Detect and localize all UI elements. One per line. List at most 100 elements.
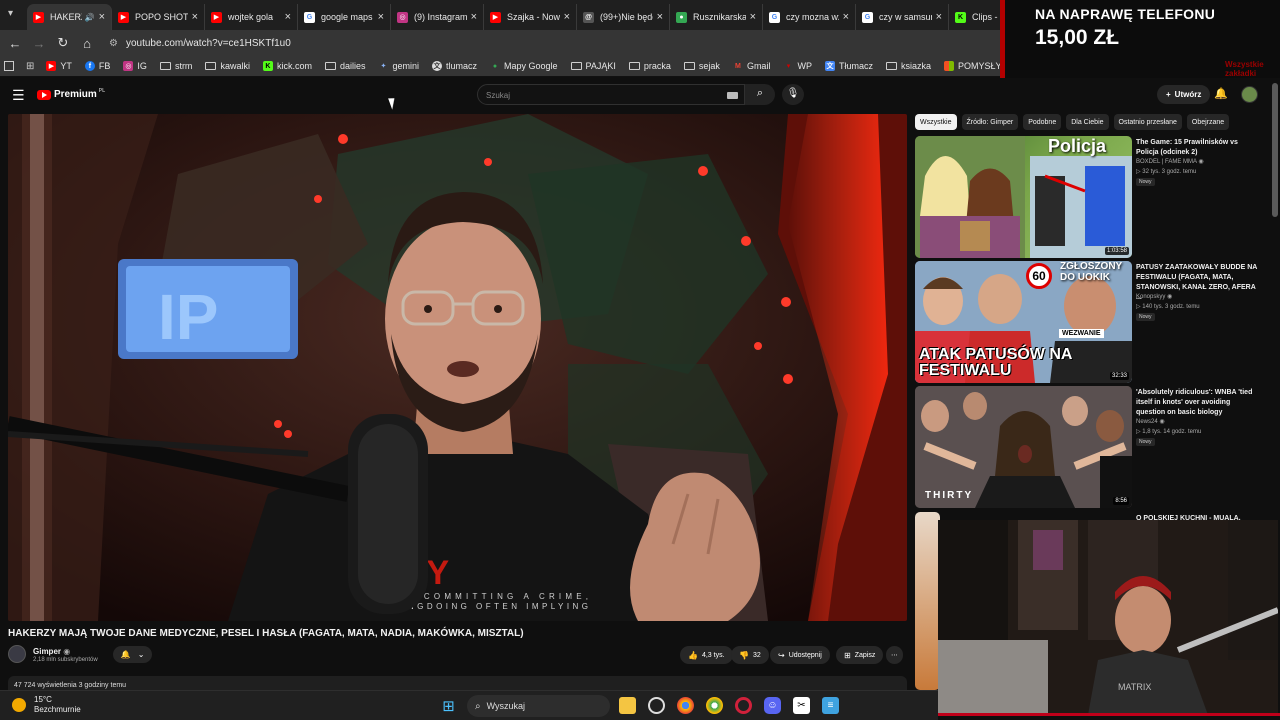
browser-tab[interactable]: Gczy mozna wziac ×: [763, 4, 856, 30]
ms-icon: [943, 61, 954, 71]
forward-icon[interactable]: →: [27, 36, 51, 51]
chip-similar[interactable]: Podobne: [1023, 114, 1062, 130]
search-input[interactable]: Szukaj: [477, 84, 745, 105]
overlay-secondary: Wszystkie zakładki: [1225, 60, 1264, 78]
close-icon[interactable]: ×: [192, 11, 198, 23]
bookmark-tlumacz[interactable]: 文 tlumacz: [432, 61, 477, 71]
bookmark-yt[interactable]: ▶ YT: [46, 61, 72, 71]
browser-tab[interactable]: Ggoogle maps ×: [298, 4, 391, 30]
rec-title[interactable]: The Game: 15 Prawilnisków vs Policja (od…: [1136, 138, 1261, 158]
folder-icon: [628, 62, 640, 70]
chrome-icon[interactable]: [677, 697, 694, 714]
bookmark-gmail[interactable]: M Gmail: [733, 61, 770, 71]
subscribed-button[interactable]: 🔔 ⌄: [113, 646, 152, 663]
discord-icon[interactable]: ☺: [764, 697, 781, 714]
back-icon[interactable]: ←: [3, 36, 27, 51]
recommendation-item[interactable]: ZGŁOSZONY DO UOKIK 60 WEZWANIE ATAK PATU…: [915, 261, 1270, 383]
capcut-icon[interactable]: ✂: [793, 697, 810, 714]
rec-title[interactable]: 'Absolutely ridiculous': WNBA 'tied itse…: [1136, 388, 1261, 418]
rec-channel[interactable]: News24 ◉: [1136, 418, 1165, 425]
file-explorer-icon[interactable]: [619, 697, 636, 714]
browser-tab[interactable]: ▶ POPO SHOT ×: [112, 4, 205, 30]
browser-tab[interactable]: @ (99+)Nie będę u ×: [577, 4, 670, 30]
menu-icon[interactable]: ☰: [12, 87, 25, 104]
windows-start-icon[interactable]: ⊞: [440, 697, 457, 715]
close-icon[interactable]: ×: [564, 11, 570, 23]
tab-search-icon[interactable]: ▾: [8, 8, 13, 19]
share-button[interactable]: ↪ Udostępnij: [770, 646, 830, 664]
dislike-button[interactable]: 👎 32: [731, 646, 769, 664]
video-thumbnail[interactable]: [915, 512, 940, 690]
site-info-icon[interactable]: ⚙: [109, 38, 118, 49]
video-thumbnail[interactable]: ZGŁOSZONY DO UOKIK 60 WEZWANIE ATAK PATU…: [915, 261, 1132, 383]
video-thumbnail[interactable]: THIRTY 8:56: [915, 386, 1132, 508]
bookmark-kick[interactable]: Kkick.com: [262, 61, 312, 71]
save-button[interactable]: ⊞ Zapisz: [836, 646, 884, 664]
more-actions-button[interactable]: ⋯: [886, 646, 903, 664]
channel-name[interactable]: Gimper ◉: [33, 647, 70, 656]
close-icon[interactable]: ×: [657, 11, 663, 23]
app-icon[interactable]: [648, 697, 665, 714]
bookmark-folder-pracka[interactable]: pracka: [628, 61, 671, 71]
close-icon[interactable]: ×: [99, 11, 105, 23]
url-text: youtube.com/watch?v=ce1HSKTf1u0: [125, 37, 291, 49]
chip-source[interactable]: Źródło: Gimper: [961, 114, 1019, 130]
recommendation-item[interactable]: Policja 1:03:58 The Game: 15 Prawilniskó…: [915, 136, 1270, 258]
browser-tab[interactable]: ◎ (9) Instagram ×: [391, 4, 484, 30]
bookmark-mapy[interactable]: ● Mapy Google: [490, 61, 558, 71]
close-icon[interactable]: ×: [936, 11, 942, 23]
scrollbar[interactable]: [1272, 83, 1278, 217]
bookmark-ig[interactable]: ◎ IG: [123, 61, 147, 71]
taskbar-search[interactable]: ⌕ Wyszukaj: [467, 695, 610, 717]
rec-channel[interactable]: Konopskyy ◉: [1136, 293, 1172, 300]
voice-search-button[interactable]: 🎙: [782, 84, 804, 105]
browser-tab[interactable]: ▶ wojtek gola ×: [205, 4, 298, 30]
create-button[interactable]: + Utwórz: [1157, 85, 1211, 104]
chip-all[interactable]: Wszystkie: [915, 114, 957, 130]
bookmark-folder-sejak[interactable]: sejak: [683, 61, 720, 71]
bookmark-tlumacz-2[interactable]: 文 Tłumacz: [824, 61, 873, 71]
bookmark-folder-ksiazka[interactable]: ksiazka: [885, 61, 931, 71]
notepad-icon[interactable]: ≡: [822, 697, 839, 714]
close-icon[interactable]: ×: [285, 11, 291, 23]
close-icon[interactable]: ×: [843, 11, 849, 23]
browser-tab-active[interactable]: ▶ HAKERZY 🔊 ×: [27, 4, 112, 30]
home-icon[interactable]: ⌂: [75, 36, 99, 51]
browser-tab[interactable]: ● Rusznikarska-De ×: [670, 4, 763, 30]
browser-icon[interactable]: [706, 697, 723, 714]
bookmark-folder-kawalki[interactable]: kawalki: [205, 61, 250, 71]
video-thumbnail[interactable]: Policja 1:03:58: [915, 136, 1132, 258]
apps-icon[interactable]: [4, 61, 14, 71]
reload-icon[interactable]: ↻: [51, 35, 75, 51]
bell-icon[interactable]: 🔔: [1214, 87, 1228, 100]
bookmark-wp[interactable]: ▾ WP: [783, 61, 812, 71]
bookmark-folder-dailies[interactable]: dailies: [324, 61, 365, 71]
chip-recent[interactable]: Ostatnio przesłane: [1113, 114, 1182, 130]
close-icon[interactable]: ×: [750, 11, 756, 23]
chip-watched[interactable]: Obejrzane: [1186, 114, 1230, 130]
like-button[interactable]: 👍 4,3 tys.: [680, 646, 733, 664]
chip-for-you[interactable]: Dla Ciebie: [1066, 114, 1109, 130]
youtube-logo[interactable]: Premium PL: [37, 88, 105, 100]
speaker-icon[interactable]: 🔊: [85, 13, 95, 22]
folder-icon: [205, 62, 217, 70]
bookmark-folder-pajaki[interactable]: PAJĄKI: [570, 61, 616, 71]
recommendation-item[interactable]: THIRTY 8:56 'Absolutely ridiculous': WNB…: [915, 386, 1270, 508]
keyboard-icon[interactable]: [727, 92, 738, 99]
browser-tab[interactable]: ▶ Szajka - Nowa H ×: [484, 4, 577, 30]
bookmark-folder-strm[interactable]: strm: [159, 61, 192, 71]
avatar[interactable]: [1241, 86, 1258, 103]
search-button[interactable]: ⌕: [745, 84, 775, 105]
grid-icon[interactable]: ⊞: [26, 61, 34, 72]
address-input[interactable]: ⚙ youtube.com/watch?v=ce1HSKTf1u0: [109, 38, 291, 49]
video-player[interactable]: IP ILTY FOR COMMITTING A CRIME, WRONGDOI…: [8, 114, 907, 621]
close-icon[interactable]: ×: [378, 11, 384, 23]
channel-avatar[interactable]: [8, 645, 26, 663]
close-icon[interactable]: ×: [471, 11, 477, 23]
rec-channel[interactable]: BOXDEL | FAME MMA ◉: [1136, 158, 1204, 165]
opera-icon[interactable]: [735, 697, 752, 714]
bookmark-gemini[interactable]: ✦ gemini: [378, 61, 419, 71]
browser-tab[interactable]: Gczy w samsungu ×: [856, 4, 949, 30]
weather-widget[interactable]: 15°C Bezchmurnie: [12, 695, 81, 715]
bookmark-fb[interactable]: f FB: [84, 61, 110, 71]
